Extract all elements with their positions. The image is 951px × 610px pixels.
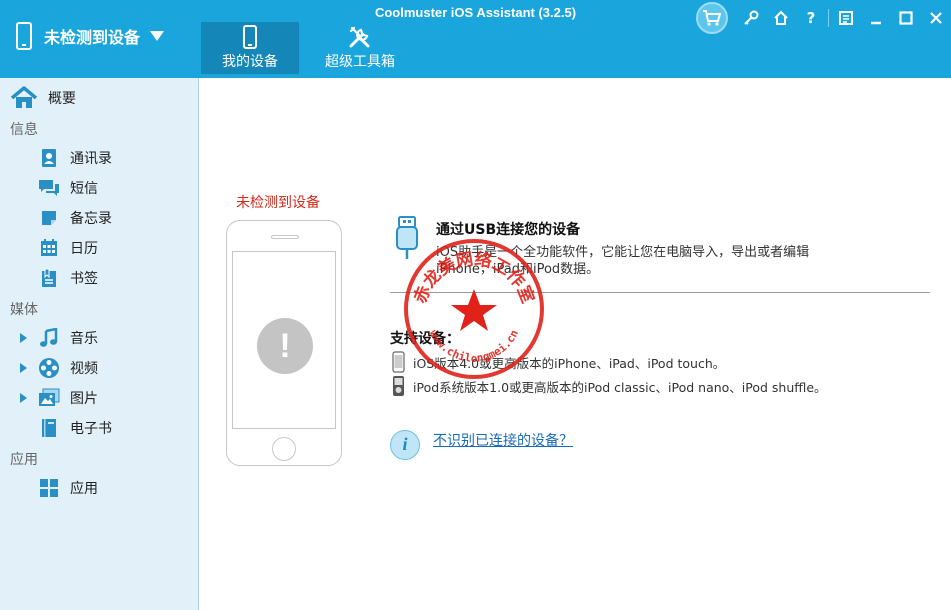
sidebar-item-overview[interactable]: 概要 [10,86,76,110]
supported-ipod-row: iPod系统版本1.0或更高版本的iPod classic、iPod nano、… [392,375,827,397]
contacts-icon [38,147,60,169]
connect-title: 通过USB连接您的设备 [436,222,581,238]
tab-my-device[interactable]: 我的设备 [201,22,299,74]
toolbar-divider [828,9,829,27]
section-title-media: 媒体 [10,302,38,318]
sidebar-item-label: 日历 [70,241,98,257]
calendar-icon [38,237,60,259]
messages-icon [38,177,60,199]
home-icon [10,86,38,108]
phone-icon [243,25,257,49]
tab-my-device-label: 我的设备 [222,54,278,70]
phone-illustration: ! [226,220,342,466]
sidebar-item-ebooks[interactable]: 电子书 [20,415,190,441]
phone-speaker [271,235,299,239]
sidebar-item-label: 电子书 [70,421,112,437]
sidebar-item-label: 视频 [70,361,98,377]
close-icon[interactable] [921,4,951,32]
video-icon [38,357,60,379]
chevron-down-icon [150,31,165,41]
sidebar-item-photos[interactable]: 图片 [20,385,190,411]
section-title-apps: 应用 [10,452,38,468]
phone-home-button [272,437,296,461]
connect-description-line: iPhone，iPad和iPod数据。 [436,262,600,277]
iphone-icon [392,351,405,373]
supported-ios-row: iOS版本4.0或更高版本的iPhone、iPad、iPod touch。 [392,351,725,373]
connect-description-line: iOS助手是一个全功能软件，它能让您在电脑导入，导出或者编辑 [436,245,810,260]
supported-ipod-text: iPod系统版本1.0或更高版本的iPod classic、iPod nano、… [413,379,827,395]
device-selector[interactable]: 未检测到设备 [16,20,165,52]
tab-toolbox[interactable]: 超级工具箱 [310,22,410,74]
key-icon[interactable] [736,4,766,32]
sidebar-item-label: 短信 [70,181,98,197]
alert-icon: ! [257,318,313,374]
sidebar-item-apps[interactable]: 应用 [20,475,190,501]
unrecognized-device-link[interactable]: 不识别已连接的设备？ [433,430,573,450]
sidebar-item-label: 应用 [70,481,98,497]
sidebar-item-contacts[interactable]: 通讯录 [20,145,190,171]
tools-icon [349,26,370,48]
tab-toolbox-label: 超级工具箱 [325,54,395,70]
phone-icon [16,22,32,50]
sidebar-item-music[interactable]: 音乐 [20,325,190,351]
notes-icon [38,207,60,229]
device-status: 未检测到设备 [236,195,320,211]
bookmarks-icon [38,267,60,289]
sidebar-item-label: 通讯录 [70,151,112,167]
photos-icon [38,387,60,409]
supported-ios-text: iOS版本4.0或更高版本的iPhone、iPad、iPod touch。 [413,355,726,371]
ebook-icon [38,417,60,439]
sidebar: 概要 信息 通讯录 短信 备忘录 日历 书签 媒体 音乐 视频 图片 电子书 应… [0,78,199,610]
phone-screen: ! [232,251,336,429]
sidebar-item-video[interactable]: 视频 [20,355,190,381]
sidebar-item-notes[interactable]: 备忘录 [20,205,190,231]
sidebar-item-label: 书签 [70,271,98,287]
sidebar-item-label: 图片 [70,391,98,407]
maximize-icon[interactable] [891,4,921,32]
minimize-icon[interactable] [861,4,891,32]
cart-icon[interactable] [696,2,728,34]
feedback-icon[interactable] [831,4,861,32]
sidebar-item-calendar[interactable]: 日历 [20,235,190,261]
help-icon[interactable]: ? [796,4,826,32]
main-panel: 未检测到设备 ! 通过USB连接您的设备 iOS助手是一个全功能软件，它能让您在… [200,78,951,610]
usb-icon [396,216,418,259]
expand-arrow-icon[interactable] [20,332,38,344]
info-icon: i [390,430,420,460]
supported-devices-title: 支持设备： [390,331,460,347]
connect-description: iOS助手是一个全功能软件，它能让您在电脑导入，导出或者编辑 iPhone，iP… [436,244,916,278]
music-icon [38,327,60,349]
ipod-icon [393,376,404,396]
sidebar-item-label: 备忘录 [70,211,112,227]
sidebar-item-bookmarks[interactable]: 书签 [20,265,190,291]
sidebar-item-label: 概要 [48,91,76,107]
divider [390,292,930,293]
apps-icon [38,477,60,499]
expand-arrow-icon[interactable] [20,392,38,404]
home-icon[interactable] [766,4,796,32]
sidebar-item-label: 音乐 [70,331,98,347]
top-bar: Coolmuster iOS Assistant (3.2.5) 未检测到设备 … [0,0,951,78]
expand-arrow-icon[interactable] [20,362,38,374]
device-selector-label: 未检测到设备 [44,28,141,47]
window-toolbar: ? [696,2,951,34]
section-title-info: 信息 [10,122,38,138]
sidebar-item-messages[interactable]: 短信 [20,175,190,201]
